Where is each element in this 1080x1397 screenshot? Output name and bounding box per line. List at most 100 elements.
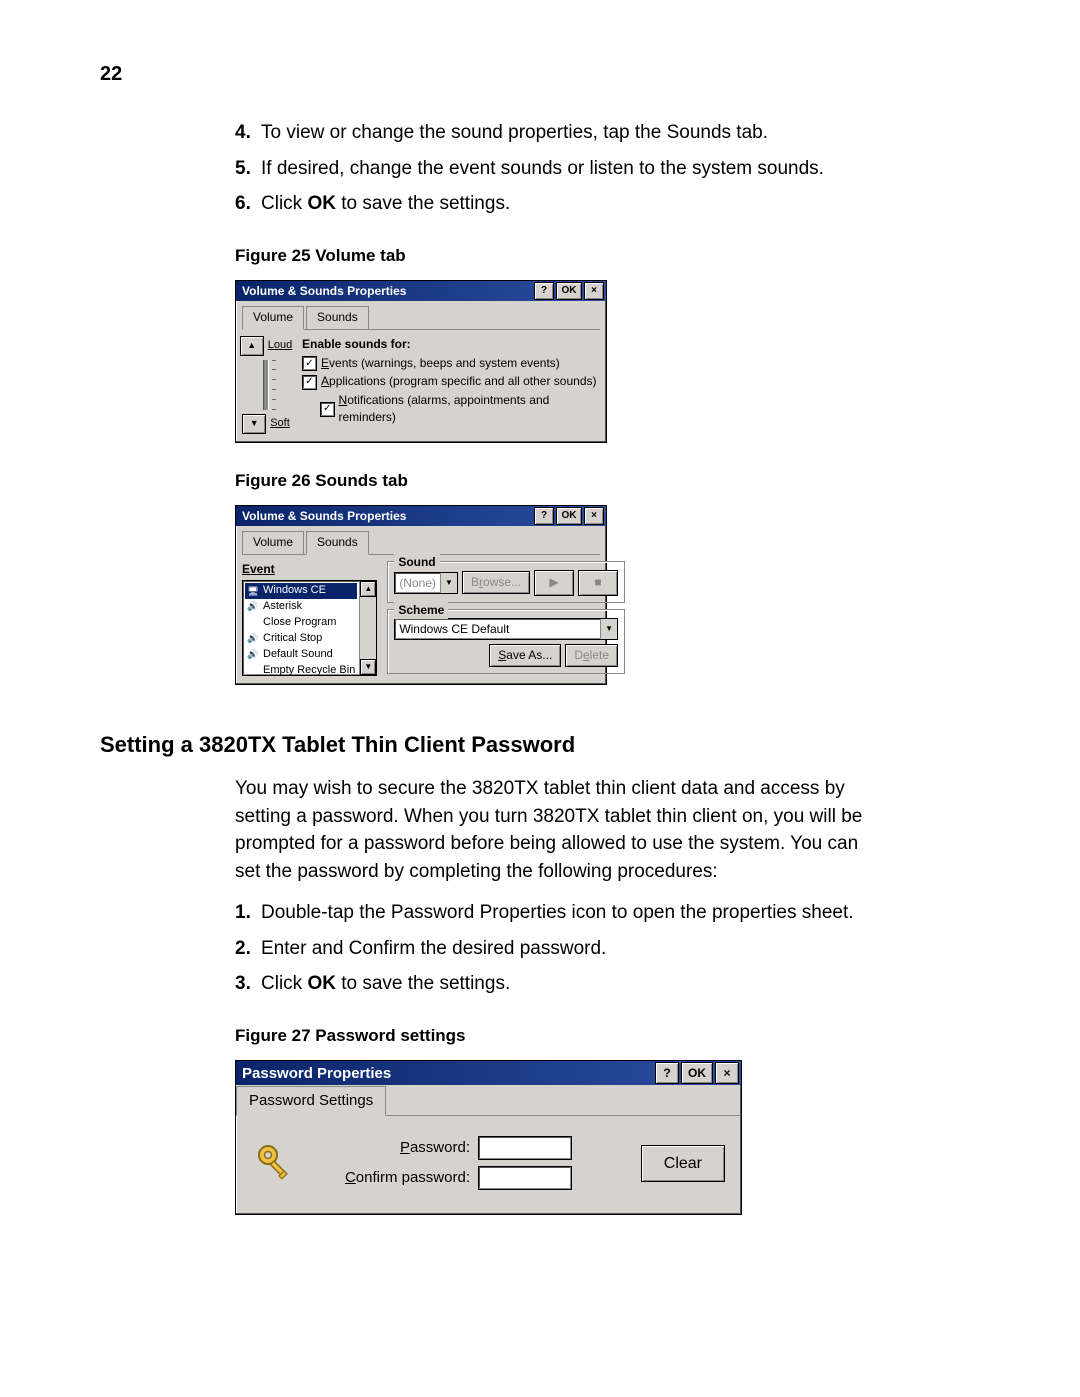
scroll-down-button[interactable]: ▼ (360, 659, 376, 675)
scheme-groupbox: Scheme Windows CE Default ▼ Save As... D… (387, 609, 625, 674)
event-item-default-sound[interactable]: 🔊Default Sound (245, 647, 357, 663)
steps-list-a: 4. To view or change the sound propertie… (235, 119, 875, 218)
blank-icon (247, 665, 259, 675)
scheme-dropdown-value: Windows CE Default (395, 619, 600, 639)
applications-checkbox-label: Applications (program specific and all o… (321, 373, 596, 390)
applications-checkbox[interactable]: ✓ (302, 375, 317, 390)
ok-button[interactable]: OK (556, 282, 582, 300)
volume-slider[interactable]: ▲ Loud ▼ Soft (242, 336, 290, 434)
event-item-label: Asterisk (263, 599, 302, 615)
save-as-button[interactable]: Save As... (489, 644, 561, 667)
intro-paragraph: You may wish to secure the 3820TX tablet… (235, 775, 875, 885)
soft-label: Soft (270, 416, 290, 432)
password-properties-window: Password Properties ? OK × Password Sett… (235, 1060, 742, 1215)
tab-label: Volume (253, 535, 293, 549)
confirm-password-label: Confirm password: (320, 1167, 470, 1189)
event-item-label: Windows CE (263, 583, 326, 599)
speaker-icon: 🔊 (247, 601, 259, 613)
close-button[interactable]: × (584, 282, 604, 300)
step-text: To view or change the sound properties, … (261, 119, 875, 147)
volume-up-button[interactable]: ▲ (240, 336, 264, 356)
event-item-close-program[interactable]: Close Program (245, 615, 357, 631)
tab-row: Volume Sounds (242, 305, 600, 329)
step-text: Double-tap the Password Properties icon … (261, 899, 875, 927)
event-item-empty-recycle-bin[interactable]: Empty Recycle Bin (245, 663, 357, 675)
volume-sounds-window-volume-tab: Volume & Sounds Properties ? OK × Volume… (235, 280, 607, 442)
window-title: Volume & Sounds Properties (242, 508, 406, 525)
tab-password-settings[interactable]: Password Settings (236, 1086, 386, 1116)
step-text-after: to save the settings. (336, 973, 510, 994)
step-text-after: to save the settings. (336, 193, 510, 214)
scheme-dropdown[interactable]: Windows CE Default ▼ (394, 618, 618, 640)
events-checkbox[interactable]: ✓ (302, 356, 317, 371)
step-text-bold: OK (307, 193, 336, 214)
delete-button[interactable]: Delete (565, 644, 618, 667)
steps-list-b: 1. Double-tap the Password Properties ic… (235, 899, 875, 998)
step-text: Click OK to save the settings. (261, 190, 875, 218)
browse-button[interactable]: Browse... (462, 571, 530, 594)
window-title: Password Properties (242, 1063, 391, 1085)
window-title: Volume & Sounds Properties (242, 283, 406, 300)
event-item-asterisk[interactable]: 🔊 Asterisk (245, 599, 357, 615)
figure-26-caption: Figure 26 Sounds tab (235, 469, 875, 494)
event-column-header: Event (242, 561, 377, 578)
tab-volume[interactable]: Volume (242, 531, 304, 553)
dropdown-arrow-icon[interactable]: ▼ (440, 573, 457, 593)
titlebar[interactable]: Volume & Sounds Properties ? OK × (236, 506, 606, 526)
dropdown-arrow-icon[interactable]: ▼ (600, 619, 617, 639)
tab-sounds[interactable]: Sounds (306, 306, 369, 328)
volume-track[interactable] (263, 360, 269, 410)
close-button[interactable]: × (715, 1062, 739, 1084)
event-item-label: Close Program (263, 615, 336, 631)
tab-volume[interactable]: Volume (242, 306, 304, 329)
events-checkbox-label: Events (warnings, beeps and system event… (321, 355, 560, 372)
play-button[interactable]: ▶ (534, 570, 574, 596)
help-button[interactable]: ? (534, 507, 554, 525)
sound-dropdown[interactable]: (None) ▼ (394, 572, 458, 594)
notifications-checkbox[interactable]: ✓ (320, 402, 335, 417)
figure-25-caption: Figure 25 Volume tab (235, 244, 875, 269)
volume-sounds-window-sounds-tab: Volume & Sounds Properties ? OK × Volume… (235, 505, 607, 685)
help-button[interactable]: ? (534, 282, 554, 300)
step-number: 6. (235, 190, 261, 218)
close-button[interactable]: × (584, 507, 604, 525)
password-input[interactable] (478, 1136, 572, 1160)
clear-button[interactable]: Clear (641, 1145, 725, 1182)
event-scrollbar[interactable]: ▲ ▼ (359, 581, 376, 675)
ok-button[interactable]: OK (556, 507, 582, 525)
event-item-label: Critical Stop (263, 631, 322, 647)
tab-sounds[interactable]: Sounds (306, 531, 369, 554)
step-number: 5. (235, 155, 261, 183)
event-item-critical-stop[interactable]: 🔊Critical Stop (245, 631, 357, 647)
figure-27-caption: Figure 27 Password settings (235, 1024, 875, 1049)
sound-groupbox: Sound (None) ▼ Browse... ▶ ■ (387, 561, 625, 603)
titlebar[interactable]: Volume & Sounds Properties ? OK × (236, 281, 606, 301)
volume-down-button[interactable]: ▼ (242, 414, 266, 434)
event-item-windows-ce[interactable]: 🖥 Windows CE (245, 583, 357, 599)
enable-sounds-label: Enable sounds for: (302, 336, 600, 353)
step-number: 2. (235, 935, 261, 963)
sound-groupbox-label: Sound (394, 554, 439, 571)
event-item-label: Default Sound (263, 647, 333, 663)
tab-row: Password Settings (236, 1085, 741, 1116)
step-text-before: Click (261, 193, 307, 214)
step-text: If desired, change the event sounds or l… (261, 155, 875, 183)
blank-icon (247, 617, 259, 629)
titlebar[interactable]: Password Properties ? OK × (236, 1061, 741, 1085)
ok-button[interactable]: OK (681, 1062, 713, 1084)
computer-icon: 🖥 (247, 585, 259, 597)
scheme-groupbox-label: Scheme (394, 602, 448, 619)
tab-row: Volume Sounds (242, 530, 600, 554)
help-button[interactable]: ? (655, 1062, 679, 1084)
step-text-bold: OK (307, 973, 336, 994)
password-label: Password: (320, 1137, 470, 1159)
step-number: 4. (235, 119, 261, 147)
step-text: Click OK to save the settings. (261, 970, 875, 998)
scroll-up-button[interactable]: ▲ (360, 581, 376, 597)
event-listbox[interactable]: 🖥 Windows CE 🔊 Asterisk Close Program 🔊Cri… (242, 580, 377, 676)
step-text: Enter and Confirm the desired password. (261, 935, 875, 963)
stop-button[interactable]: ■ (578, 570, 618, 596)
page-number: 22 (100, 60, 960, 89)
step-number: 1. (235, 899, 261, 927)
confirm-password-input[interactable] (478, 1166, 572, 1190)
